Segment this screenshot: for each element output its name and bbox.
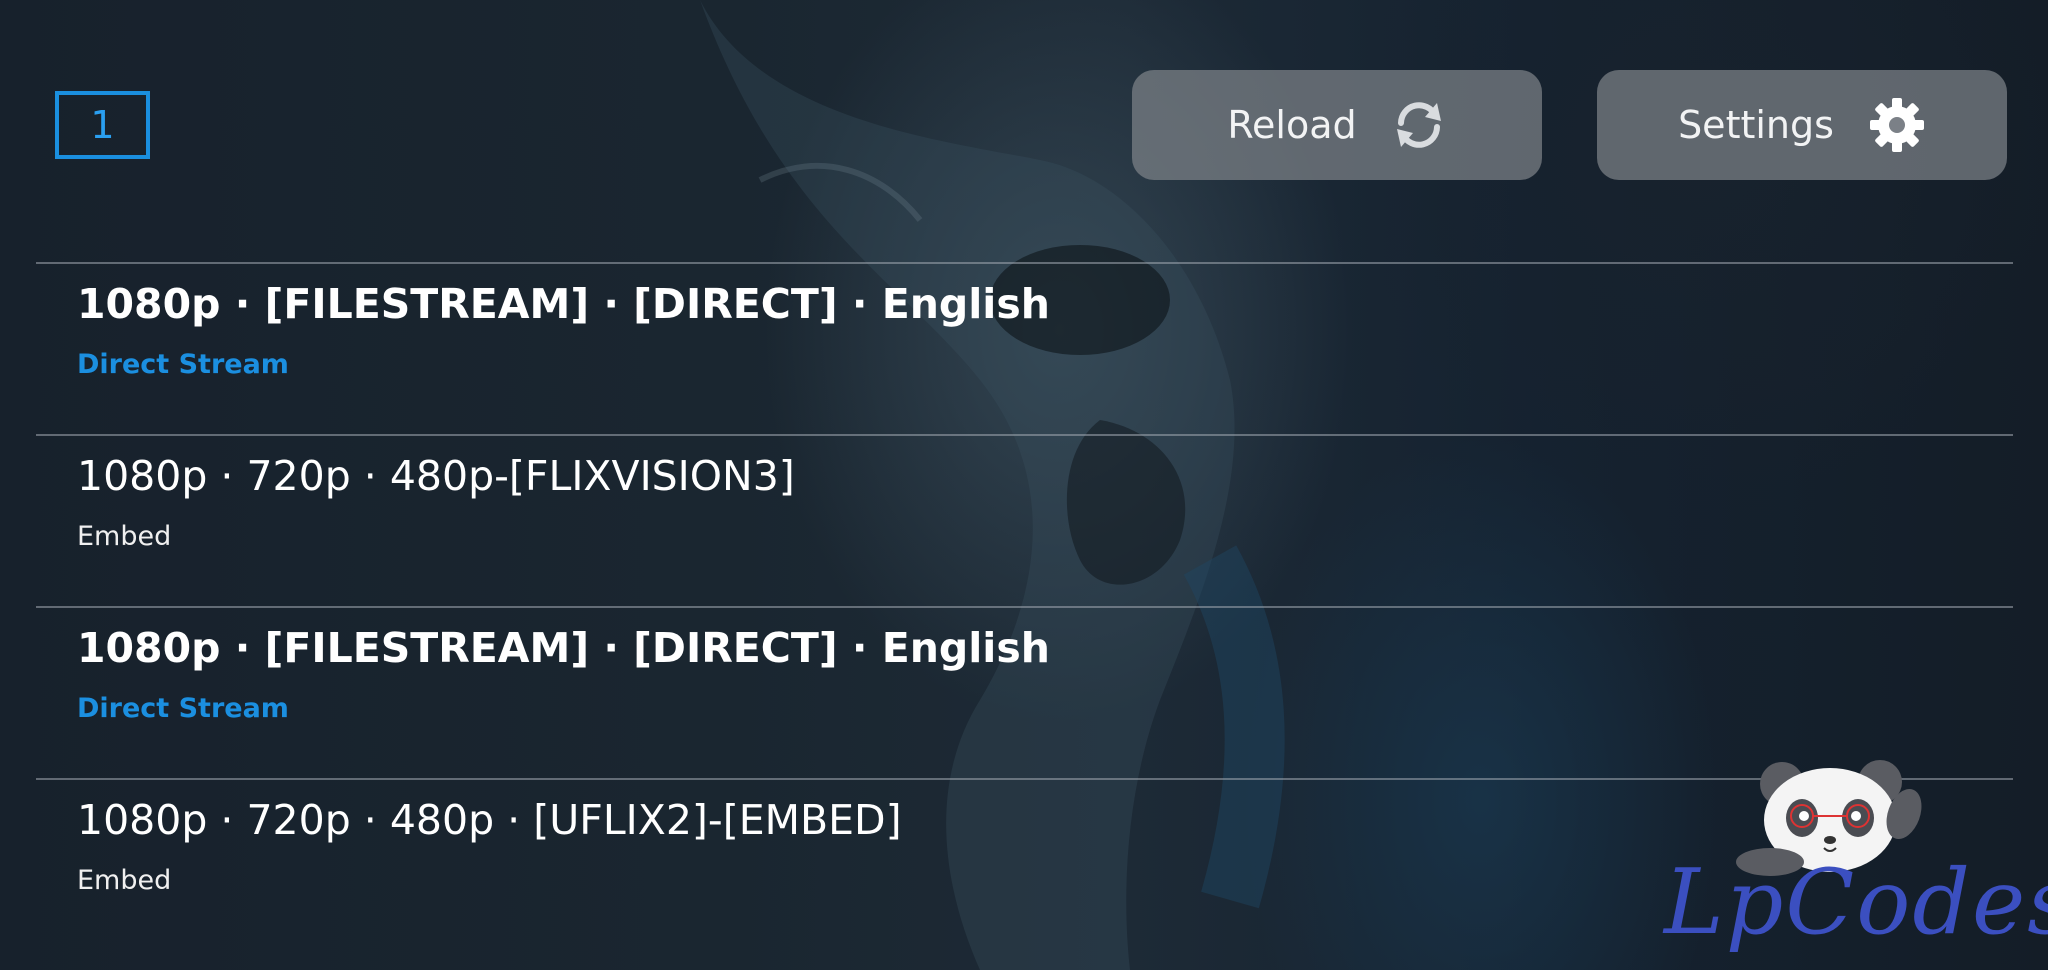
reload-button[interactable]: Reload [1132, 70, 1542, 180]
gear-icon [1868, 96, 1926, 154]
stream-title: 1080p · [FILESTREAM] · [DIRECT] · Englis… [77, 624, 1050, 672]
stream-title: 1080p · 720p · 480p · [UFLIX2]-[EMBED] [77, 796, 902, 844]
stream-row[interactable]: 1080p · 720p · 480p-[FLIXVISION3] Embed [36, 434, 2013, 606]
stream-title: 1080p · 720p · 480p-[FLIXVISION3] [77, 452, 795, 500]
stream-row[interactable]: 1080p · [FILESTREAM] · [DIRECT] · Englis… [36, 262, 2013, 434]
watermark: LpCodes [1650, 750, 2048, 965]
stream-selection-screen: 1 Reload Settings 1080p · [FILESTREAM] ·… [0, 0, 2048, 970]
stream-type: Embed [77, 865, 172, 896]
stream-type: Direct Stream [77, 349, 289, 380]
settings-button[interactable]: Settings [1597, 70, 2007, 180]
settings-label: Settings [1678, 103, 1834, 147]
stream-type: Embed [77, 521, 172, 552]
page-indicator[interactable]: 1 [55, 91, 150, 159]
watermark-text: LpCodes [1664, 850, 2048, 955]
reload-label: Reload [1227, 103, 1357, 147]
refresh-icon [1391, 97, 1447, 153]
stream-type: Direct Stream [77, 693, 289, 724]
stream-title: 1080p · [FILESTREAM] · [DIRECT] · Englis… [77, 280, 1050, 328]
